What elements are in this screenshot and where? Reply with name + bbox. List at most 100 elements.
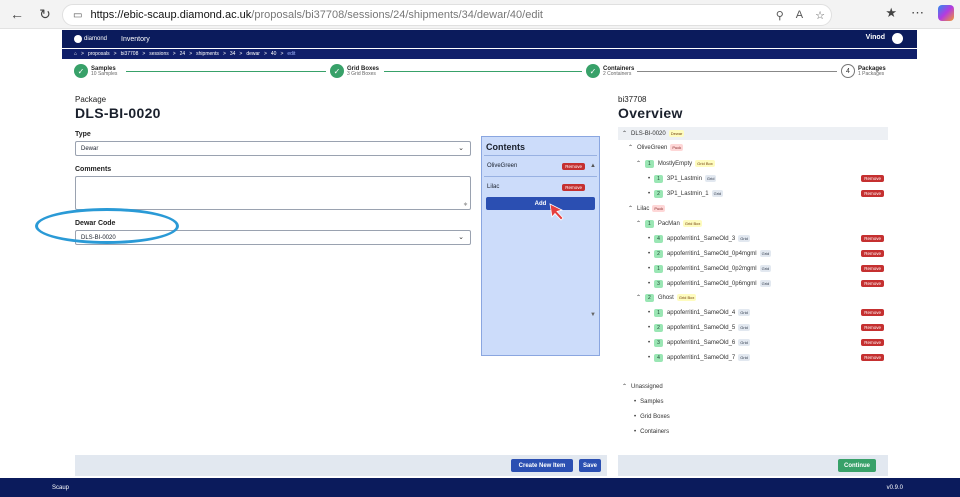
remove-button[interactable]: Remove [861,250,884,257]
package-name: DLS-BI-0020 [75,105,161,121]
url-path: /proposals/bi37708/sessions/24/shipments… [251,9,543,21]
step-grid-boxes[interactable]: ✓ Grid Boxes 3 Grid Boxes [330,64,379,78]
chevron-up-icon[interactable]: ⌃ [636,220,641,227]
read-aloud-icon[interactable]: A [796,9,803,22]
breadcrumb-item[interactable]: 34 [230,51,236,57]
breadcrumb-item[interactable]: 24 [180,51,186,57]
zoom-icon[interactable]: ⚲ [776,9,784,22]
step-packages[interactable]: 4 Packages 1 Packages [841,64,886,78]
inventory-link[interactable]: Inventory [121,36,150,43]
chevron-up-icon[interactable]: ⌃ [628,205,633,212]
contents-title: Contents [486,142,525,152]
tree-grid[interactable]: • 3 appoferritin1_SameOld_0p6mgml Grid Remo… [618,277,888,290]
tree-grid[interactable]: • 2 appoferritin1_SameOld_5 Grid Remove [618,321,888,334]
chevron-up-icon[interactable]: ⌃ [628,144,633,151]
overview-footer: Continue [618,455,888,476]
favorites-icon[interactable]: ★ [885,5,897,21]
breadcrumb-item[interactable]: dewar [246,51,260,57]
remove-button[interactable]: Remove [861,280,884,287]
unassigned-item[interactable]: • Containers [618,425,888,438]
contents-item[interactable]: Lilac Remove [482,180,599,194]
app-name: Scaup [52,484,70,491]
home-icon[interactable]: ⌂ [74,51,77,57]
breadcrumb-item[interactable]: 40 [271,51,277,57]
breadcrumb-item[interactable]: proposals [88,51,110,57]
remove-button[interactable]: Remove [562,162,585,170]
overview-title: Overview [618,105,683,121]
step-connector [384,71,582,72]
step-containers[interactable]: ✓ Containers 2 Containers [586,64,634,78]
tree-grid[interactable]: • 1 appoferritin1_SameOld_4 Grid Remove [618,306,888,319]
app-header: diamond Inventory Vinod [62,30,917,48]
tree-puck[interactable]: ⌃ Lilac Puck [618,202,888,215]
tree-grid[interactable]: • 4 appoferritin1_SameOld_7 Grid Remove [618,351,888,364]
check-icon: ✓ [74,64,88,78]
annotation-ellipse [35,208,179,244]
unassigned-item[interactable]: • Samples [618,395,888,408]
extensions-icon[interactable]: ⋯ [911,5,924,21]
continue-button[interactable]: Continue [838,459,876,472]
remove-button[interactable]: Remove [861,324,884,331]
scroll-down-icon[interactable]: ▼ [590,312,596,318]
browser-toolbar: ← ↻ ▭ https://ebic-scaup.diamond.ac.uk/p… [0,0,960,29]
address-bar[interactable]: ▭ https://ebic-scaup.diamond.ac.uk/propo… [62,4,832,26]
save-button[interactable]: Save [579,459,601,472]
type-label: Type [75,131,91,138]
tree-grid[interactable]: • 1 3P1_Lastmin Grid Remove [618,172,888,185]
chevron-up-icon[interactable]: ⌃ [636,294,641,301]
resize-handle-icon[interactable]: ∗ [463,201,468,208]
scroll-up-icon[interactable]: ▲ [590,163,596,169]
tree-grid[interactable]: • 3 appoferritin1_SameOld_6 Grid Remove [618,336,888,349]
tree-grid[interactable]: • 4 appoferritin1_SameOld_3 Grid Remove [618,232,888,245]
overview-header: bi37708 Overview [618,95,888,121]
avatar[interactable] [892,33,903,44]
tree-grid[interactable]: • 2 3P1_Lastmin_1 Grid Remove [618,187,888,200]
add-button[interactable]: Add [486,197,595,210]
tree-gridbox[interactable]: ⌃ 1 MostlyEmpty Grid Box [618,157,888,170]
breadcrumb: ⌂ > proposals > bi37708 > sessions >24 > shi… [62,49,917,59]
proposal-label: bi37708 [618,95,647,104]
chevron-up-icon[interactable]: ⌃ [636,160,641,167]
tree-grid[interactable]: • 1 appoferritin1_SameOld_0p2mgml Grid Remo… [618,262,888,275]
chevron-up-icon[interactable]: ⌃ [622,130,627,137]
tree-grid[interactable]: • 2 appoferritin1_SameOld_0p4mgml Grid Remo… [618,247,888,260]
check-icon: ✓ [586,64,600,78]
breadcrumb-item[interactable]: sessions [149,51,168,57]
package-label: Package [75,95,107,104]
remove-button[interactable]: Remove [861,235,884,242]
app-footer: Scaup v0.9.0 [0,478,960,497]
breadcrumb-item[interactable]: shipments [196,51,219,57]
copilot-icon[interactable] [938,5,954,21]
remove-button[interactable]: Remove [861,265,884,272]
chevron-down-icon: ⌄ [458,145,464,152]
step-samples[interactable]: ✓ Samples 10 Samples [74,64,117,78]
diamond-logo[interactable]: diamond [74,35,107,43]
tree-puck[interactable]: ⌃ OliveGreen Puck [618,141,888,154]
type-select[interactable]: Dewar ⌄ [75,141,471,156]
lock-icon: ▭ [73,9,83,21]
create-new-item-button[interactable]: Create New Item [511,459,573,472]
chevron-up-icon[interactable]: ⌃ [622,383,627,390]
favorite-star-icon[interactable]: ☆ [815,9,825,22]
back-arrow-icon[interactable]: ← [6,3,28,25]
remove-button[interactable]: Remove [861,309,884,316]
pointer-arrow-icon [549,203,564,221]
tree-gridbox[interactable]: ⌃ 2 Ghost Grid Box [618,291,888,304]
remove-button[interactable]: Remove [861,175,884,182]
step-number: 4 [841,64,855,78]
user-name[interactable]: Vinod [866,34,885,41]
remove-button[interactable]: Remove [861,190,884,197]
unassigned-item[interactable]: • Grid Boxes [618,410,888,423]
comments-textarea[interactable]: ∗ [75,176,471,210]
remove-button[interactable]: Remove [562,183,585,191]
contents-item[interactable]: OliveGreen Remove ▲ [482,159,599,173]
breadcrumb-item[interactable]: bi37708 [121,51,139,57]
refresh-icon[interactable]: ↻ [34,3,56,25]
comments-label: Comments [75,166,112,173]
tree-unassigned[interactable]: ⌃ Unassigned [618,380,888,393]
tree-root[interactable]: ⌃ DLS-BI-0020 Dewar [618,127,888,140]
tree-gridbox[interactable]: ⌃ 1 PacMan Grid Box [618,217,888,230]
remove-button[interactable]: Remove [861,339,884,346]
step-connector [126,71,326,72]
remove-button[interactable]: Remove [861,354,884,361]
